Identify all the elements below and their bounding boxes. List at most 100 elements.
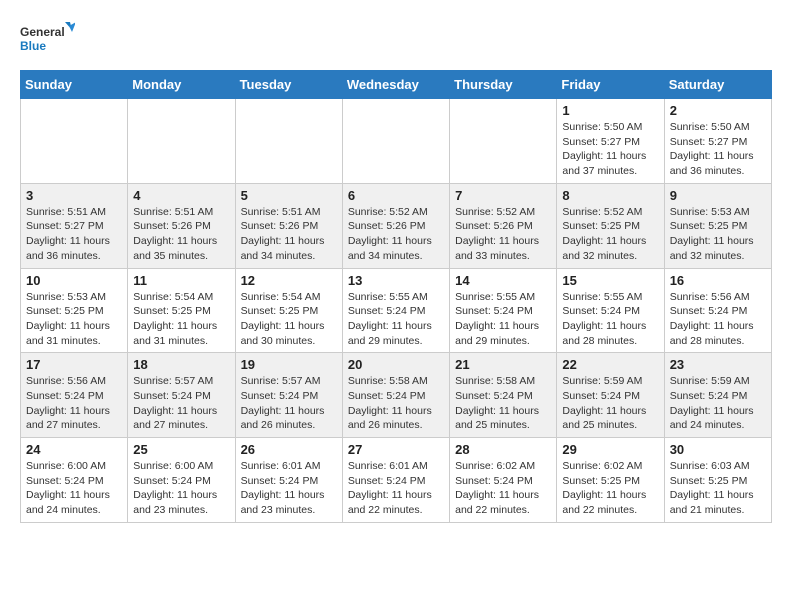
day-info: Sunrise: 5:52 AM Sunset: 5:25 PM Dayligh… [562, 205, 658, 264]
calendar-cell: 17 Sunrise: 5:56 AM Sunset: 5:24 PM Dayli… [21, 353, 128, 438]
calendar-cell: 20Sunrise: 5:58 AM Sunset: 5:24 PM Dayli… [342, 353, 449, 438]
day-info: Sunrise: 5:56 AM Sunset: 5:24 PM Dayligh… [26, 374, 122, 433]
day-info: Sunrise: 6:01 AM Sunset: 5:24 PM Dayligh… [348, 459, 444, 518]
calendar-cell: 22 Sunrise: 5:59 AM Sunset: 5:24 PM Dayli… [557, 353, 664, 438]
calendar-cell: 6Sunrise: 5:52 AM Sunset: 5:26 PM Daylig… [342, 183, 449, 268]
calendar-day-header: Monday [128, 71, 235, 99]
calendar-cell: 8 Sunrise: 5:52 AM Sunset: 5:25 PM Daylig… [557, 183, 664, 268]
day-number: 29 [562, 442, 658, 457]
day-number: 1 [562, 103, 658, 118]
day-info: Sunrise: 5:52 AM Sunset: 5:26 PM Dayligh… [348, 205, 444, 264]
day-number: 9 [670, 188, 766, 203]
day-number: 24 [26, 442, 122, 457]
day-number: 11 [133, 273, 229, 288]
svg-text:General: General [20, 25, 65, 39]
calendar-cell: 25 Sunrise: 6:00 AM Sunset: 5:24 PM Dayli… [128, 438, 235, 523]
day-info: Sunrise: 5:55 AM Sunset: 5:24 PM Dayligh… [455, 290, 551, 349]
day-number: 23 [670, 357, 766, 372]
calendar-cell: 10 Sunrise: 5:53 AM Sunset: 5:25 PM Dayli… [21, 268, 128, 353]
day-number: 26 [241, 442, 337, 457]
day-info: Sunrise: 5:51 AM Sunset: 5:26 PM Dayligh… [241, 205, 337, 264]
day-info: Sunrise: 5:51 AM Sunset: 5:26 PM Dayligh… [133, 205, 229, 264]
day-number: 22 [562, 357, 658, 372]
calendar-cell: 30 Sunrise: 6:03 AM Sunset: 5:25 PM Dayli… [664, 438, 771, 523]
day-info: Sunrise: 5:53 AM Sunset: 5:25 PM Dayligh… [26, 290, 122, 349]
day-info: Sunrise: 5:57 AM Sunset: 5:24 PM Dayligh… [133, 374, 229, 433]
day-number: 14 [455, 273, 551, 288]
day-info: Sunrise: 5:58 AM Sunset: 5:24 PM Dayligh… [455, 374, 551, 433]
day-info: Sunrise: 5:57 AM Sunset: 5:24 PM Dayligh… [241, 374, 337, 433]
day-number: 10 [26, 273, 122, 288]
day-number: 19 [241, 357, 337, 372]
day-info: Sunrise: 5:56 AM Sunset: 5:24 PM Dayligh… [670, 290, 766, 349]
calendar-week-row: 10 Sunrise: 5:53 AM Sunset: 5:25 PM Dayli… [21, 268, 772, 353]
calendar-cell [235, 99, 342, 184]
day-number: 3 [26, 188, 122, 203]
calendar-cell: 23 Sunrise: 5:59 AM Sunset: 5:24 PM Dayli… [664, 353, 771, 438]
calendar-cell [450, 99, 557, 184]
day-number: 8 [562, 188, 658, 203]
day-info: Sunrise: 5:50 AM Sunset: 5:27 PM Dayligh… [562, 120, 658, 179]
day-info: Sunrise: 5:58 AM Sunset: 5:24 PM Dayligh… [348, 374, 444, 433]
calendar-week-row: 24 Sunrise: 6:00 AM Sunset: 5:24 PM Dayli… [21, 438, 772, 523]
day-info: Sunrise: 5:52 AM Sunset: 5:26 PM Dayligh… [455, 205, 551, 264]
day-number: 25 [133, 442, 229, 457]
calendar-cell: 14 Sunrise: 5:55 AM Sunset: 5:24 PM Dayli… [450, 268, 557, 353]
calendar-cell [128, 99, 235, 184]
day-info: Sunrise: 5:50 AM Sunset: 5:27 PM Dayligh… [670, 120, 766, 179]
day-info: Sunrise: 6:02 AM Sunset: 5:24 PM Dayligh… [455, 459, 551, 518]
calendar-cell: 7 Sunrise: 5:52 AM Sunset: 5:26 PM Daylig… [450, 183, 557, 268]
day-info: Sunrise: 5:55 AM Sunset: 5:24 PM Dayligh… [348, 290, 444, 349]
day-info: Sunrise: 5:53 AM Sunset: 5:25 PM Dayligh… [670, 205, 766, 264]
calendar-table: SundayMondayTuesdayWednesdayThursdayFrid… [20, 70, 772, 523]
day-number: 18 [133, 357, 229, 372]
day-info: Sunrise: 5:59 AM Sunset: 5:24 PM Dayligh… [670, 374, 766, 433]
day-number: 5 [241, 188, 337, 203]
day-info: Sunrise: 5:51 AM Sunset: 5:27 PM Dayligh… [26, 205, 122, 264]
calendar-cell: 18 Sunrise: 5:57 AM Sunset: 5:24 PM Dayli… [128, 353, 235, 438]
svg-text:Blue: Blue [20, 39, 46, 53]
page: General Blue SundayMondayTuesdayWednesda… [0, 0, 792, 533]
day-number: 21 [455, 357, 551, 372]
day-number: 16 [670, 273, 766, 288]
calendar-day-header: Wednesday [342, 71, 449, 99]
day-info: Sunrise: 5:54 AM Sunset: 5:25 PM Dayligh… [241, 290, 337, 349]
day-info: Sunrise: 6:03 AM Sunset: 5:25 PM Dayligh… [670, 459, 766, 518]
day-info: Sunrise: 6:00 AM Sunset: 5:24 PM Dayligh… [26, 459, 122, 518]
day-info: Sunrise: 5:54 AM Sunset: 5:25 PM Dayligh… [133, 290, 229, 349]
calendar-cell: 15 Sunrise: 5:55 AM Sunset: 5:24 PM Dayli… [557, 268, 664, 353]
calendar-header-row: SundayMondayTuesdayWednesdayThursdayFrid… [21, 71, 772, 99]
calendar-cell [21, 99, 128, 184]
calendar-cell: 13Sunrise: 5:55 AM Sunset: 5:24 PM Dayli… [342, 268, 449, 353]
logo: General Blue [20, 20, 75, 60]
calendar-cell: 28Sunrise: 6:02 AM Sunset: 5:24 PM Dayli… [450, 438, 557, 523]
calendar-week-row: 17 Sunrise: 5:56 AM Sunset: 5:24 PM Dayli… [21, 353, 772, 438]
calendar-cell [342, 99, 449, 184]
day-number: 7 [455, 188, 551, 203]
day-info: Sunrise: 6:00 AM Sunset: 5:24 PM Dayligh… [133, 459, 229, 518]
calendar-day-header: Friday [557, 71, 664, 99]
calendar-day-header: Thursday [450, 71, 557, 99]
calendar-cell: 19 Sunrise: 5:57 AM Sunset: 5:24 PM Dayli… [235, 353, 342, 438]
day-number: 15 [562, 273, 658, 288]
calendar-cell: 1 Sunrise: 5:50 AM Sunset: 5:27 PM Daylig… [557, 99, 664, 184]
day-number: 12 [241, 273, 337, 288]
calendar-day-header: Tuesday [235, 71, 342, 99]
calendar-cell: 21 Sunrise: 5:58 AM Sunset: 5:24 PM Dayli… [450, 353, 557, 438]
logo-svg: General Blue [20, 20, 75, 60]
calendar-cell: 2 Sunrise: 5:50 AM Sunset: 5:27 PM Daylig… [664, 99, 771, 184]
day-info: Sunrise: 5:59 AM Sunset: 5:24 PM Dayligh… [562, 374, 658, 433]
calendar-cell: 12 Sunrise: 5:54 AM Sunset: 5:25 PM Dayli… [235, 268, 342, 353]
day-number: 30 [670, 442, 766, 457]
day-info: Sunrise: 6:01 AM Sunset: 5:24 PM Dayligh… [241, 459, 337, 518]
calendar-cell: 29 Sunrise: 6:02 AM Sunset: 5:25 PM Dayli… [557, 438, 664, 523]
calendar-cell: 11 Sunrise: 5:54 AM Sunset: 5:25 PM Dayli… [128, 268, 235, 353]
calendar-day-header: Saturday [664, 71, 771, 99]
day-info: Sunrise: 6:02 AM Sunset: 5:25 PM Dayligh… [562, 459, 658, 518]
calendar-week-row: 3 Sunrise: 5:51 AM Sunset: 5:27 PM Daylig… [21, 183, 772, 268]
day-number: 2 [670, 103, 766, 118]
day-info: Sunrise: 5:55 AM Sunset: 5:24 PM Dayligh… [562, 290, 658, 349]
calendar-cell: 3 Sunrise: 5:51 AM Sunset: 5:27 PM Daylig… [21, 183, 128, 268]
calendar-week-row: 1 Sunrise: 5:50 AM Sunset: 5:27 PM Daylig… [21, 99, 772, 184]
day-number: 17 [26, 357, 122, 372]
